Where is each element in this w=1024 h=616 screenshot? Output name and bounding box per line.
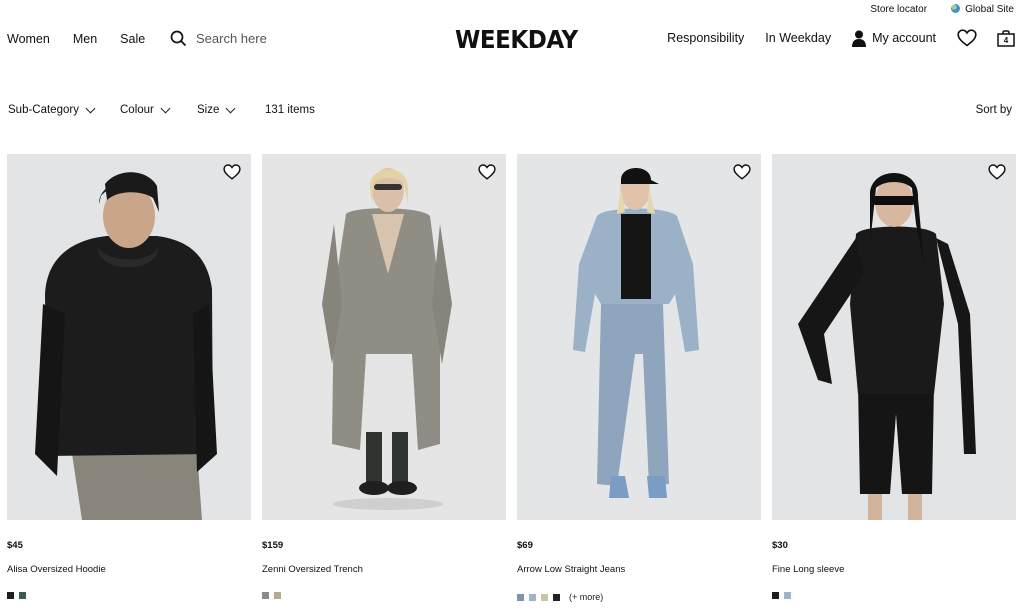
product-price: $45 [7, 540, 23, 551]
colour-swatch[interactable] [772, 592, 779, 599]
nav-women[interactable]: Women [7, 32, 50, 46]
shopping-bag-button[interactable]: 4 [997, 29, 1015, 47]
chevron-down-icon [225, 103, 236, 113]
bag-count: 4 [1003, 35, 1009, 45]
items-count: 131 items [265, 104, 315, 116]
size-label: Size [197, 104, 220, 116]
filter-bar: Sub-Category Colour Size 131 items Sort … [0, 103, 1024, 120]
colour-label: Colour [120, 104, 154, 116]
global-site-link[interactable]: Global Site [951, 3, 1014, 15]
my-account-link[interactable]: My account [852, 30, 936, 47]
sub-category-filter[interactable]: Sub-Category [8, 103, 96, 116]
chevron-down-icon [160, 103, 171, 113]
colour-swatches: (+ more) [517, 592, 603, 602]
nav-men[interactable]: Men [73, 32, 97, 46]
product-card[interactable]: $69 Arrow Low Straight Jeans (+ more) [517, 154, 761, 616]
heart-icon [957, 29, 977, 47]
colour-swatch[interactable] [7, 592, 14, 599]
colour-filter[interactable]: Colour [120, 103, 171, 116]
product-price: $69 [517, 540, 533, 551]
colour-swatch[interactable] [553, 593, 560, 601]
user-icon [852, 30, 867, 47]
search-placeholder: Search here [196, 31, 267, 46]
colour-swatch[interactable] [262, 592, 269, 599]
store-locator-link[interactable]: Store locator [870, 4, 927, 15]
weekday-logo[interactable]: WEEKDAY [455, 25, 578, 54]
product-image[interactable] [7, 154, 251, 520]
chevron-down-icon [85, 103, 96, 113]
colour-swatch[interactable] [517, 593, 524, 601]
search-icon [170, 30, 187, 47]
product-card[interactable]: $159 Zenni Oversized Trench [262, 154, 506, 616]
colour-swatches [772, 592, 796, 599]
search-field[interactable]: Search here [170, 30, 267, 47]
colour-swatches [262, 592, 286, 599]
product-image[interactable] [517, 154, 761, 520]
product-image[interactable] [772, 154, 1016, 520]
nav-sale[interactable]: Sale [120, 32, 145, 46]
site-header: Women Men Sale Search here WEEKDAY Respo… [0, 22, 1024, 60]
in-weekday-link[interactable]: In Weekday [765, 31, 831, 45]
more-colours-link[interactable]: (+ more) [569, 592, 603, 602]
heart-icon[interactable] [733, 163, 751, 181]
colour-swatch[interactable] [541, 593, 548, 601]
sub-category-label: Sub-Category [8, 104, 79, 116]
product-image[interactable] [262, 154, 506, 520]
colour-swatches [7, 592, 31, 599]
responsibility-link[interactable]: Responsibility [667, 31, 744, 45]
colour-swatch[interactable] [529, 593, 536, 601]
heart-icon[interactable] [478, 163, 496, 181]
sort-by-label: Sort by [975, 104, 1012, 116]
main-nav: Women Men Sale [7, 32, 168, 46]
product-price: $30 [772, 540, 788, 551]
product-name[interactable]: Arrow Low Straight Jeans [517, 564, 625, 575]
globe-icon [951, 3, 961, 13]
product-name[interactable]: Alisa Oversized Hoodie [7, 564, 106, 575]
product-card[interactable]: $45 Alisa Oversized Hoodie [7, 154, 251, 616]
size-filter[interactable]: Size [197, 103, 236, 116]
product-name[interactable]: Fine Long sleeve [772, 564, 844, 575]
favourites-button[interactable] [957, 29, 977, 47]
global-site-label: Global Site [965, 3, 1014, 15]
heart-icon[interactable] [223, 163, 241, 181]
colour-swatch[interactable] [784, 592, 791, 599]
product-name[interactable]: Zenni Oversized Trench [262, 564, 363, 575]
sort-by-dropdown[interactable]: Sort by [976, 104, 1012, 116]
my-account-label: My account [872, 31, 936, 45]
colour-swatch[interactable] [19, 592, 26, 599]
product-price: $159 [262, 540, 284, 551]
utility-bar: Store locator Global Site [870, 2, 1014, 16]
heart-icon[interactable] [988, 163, 1006, 181]
account-nav: Responsibility In Weekday My account 4 [667, 29, 1015, 47]
colour-swatch[interactable] [274, 592, 281, 599]
product-card[interactable]: $30 Fine Long sleeve [772, 154, 1016, 616]
